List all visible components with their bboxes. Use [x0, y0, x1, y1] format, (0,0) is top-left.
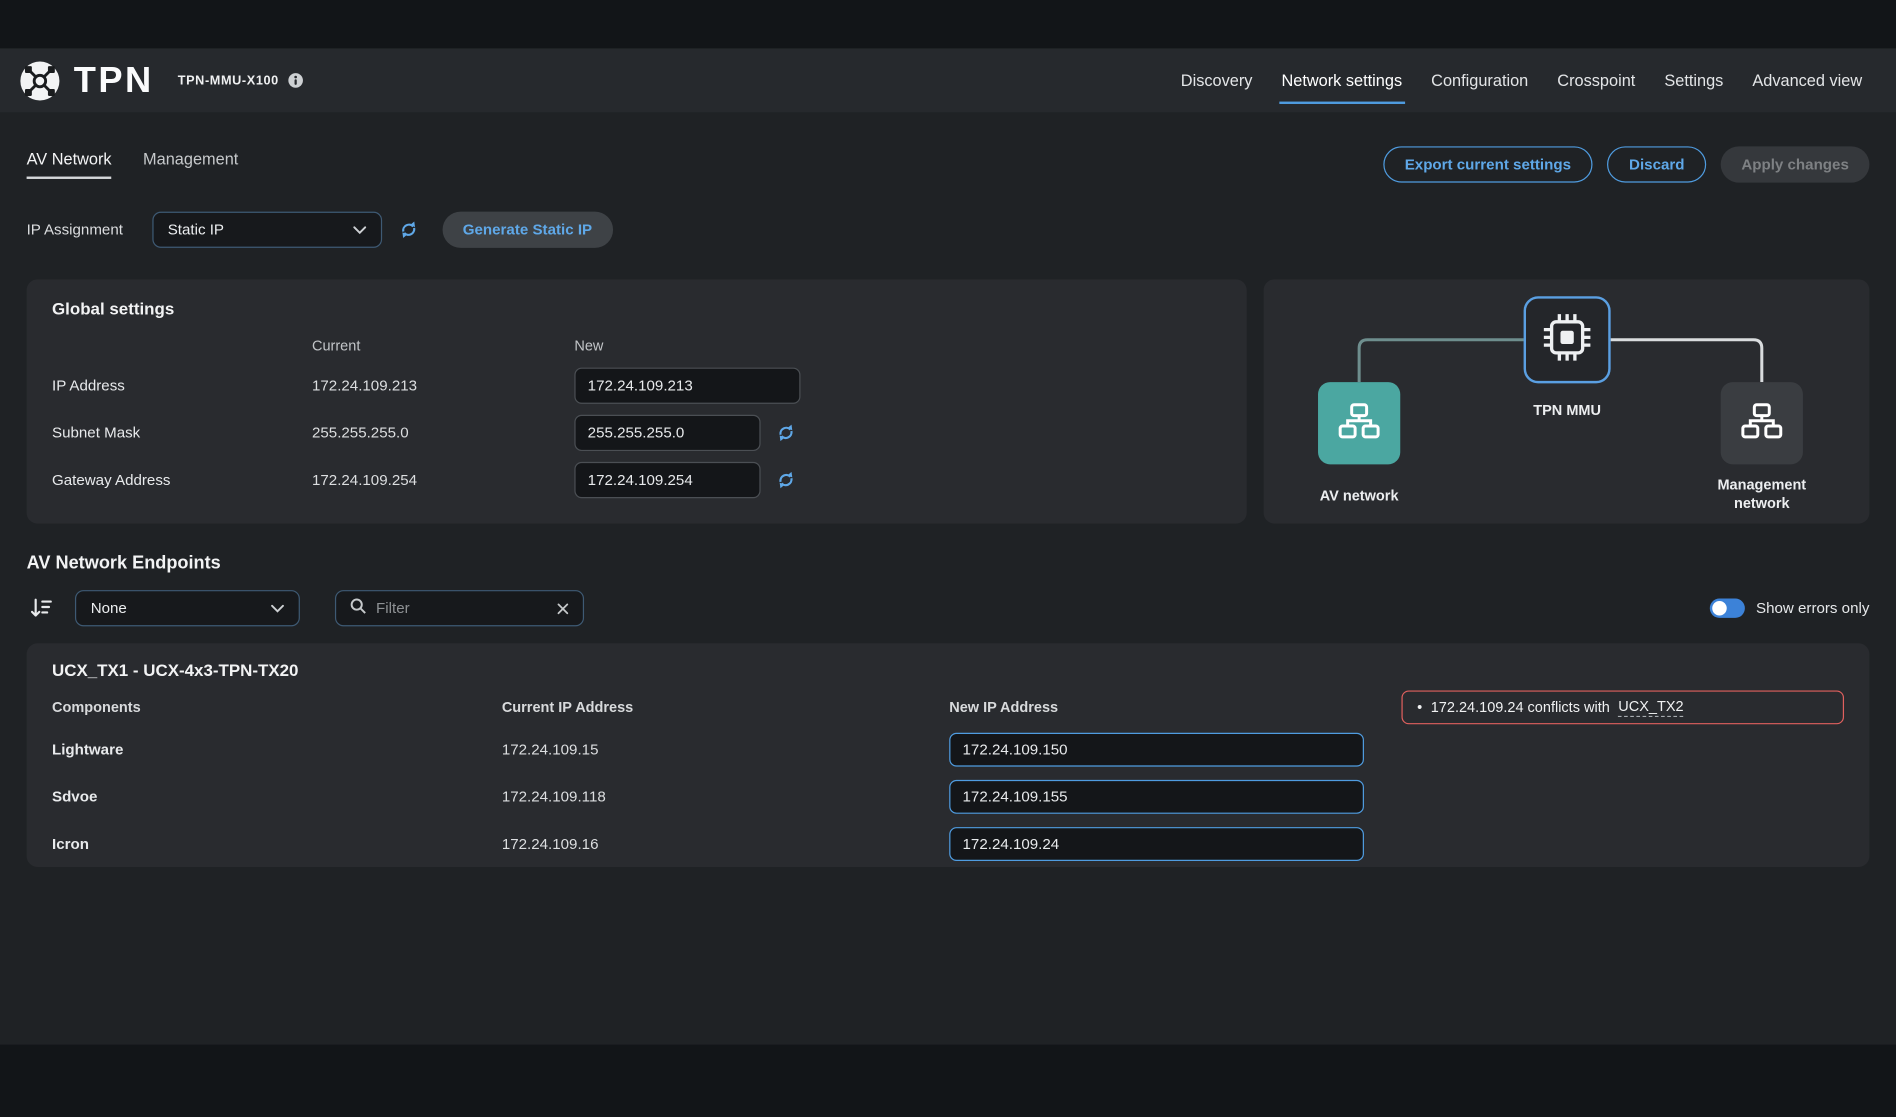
filter-input[interactable] [376, 600, 546, 617]
sort-icon[interactable] [29, 596, 53, 620]
main-nav: Discovery Network settings Configuration… [1166, 48, 1876, 112]
component-current-ip: 172.24.109.118 [502, 788, 949, 805]
toggle-knob [1712, 601, 1727, 616]
av-connection-line [1359, 340, 1523, 382]
nav-settings[interactable]: Settings [1650, 48, 1738, 112]
management-network-node [1721, 382, 1803, 464]
lightware-new-ip-input[interactable] [949, 732, 1364, 766]
av-network-label: AV network [1299, 487, 1420, 505]
bottom-strip [0, 1045, 1896, 1117]
column-header-current: Current [312, 337, 574, 354]
component-name: Sdvoe [52, 788, 502, 805]
network-icon [1739, 397, 1785, 449]
refresh-subnet-icon[interactable] [776, 423, 795, 442]
ip-assignment-label: IP Assignment [27, 221, 123, 238]
discard-button[interactable]: Discard [1607, 146, 1706, 182]
network-tabs: AV Network Management [27, 150, 239, 179]
device-model: TPN-MMU-X100 [178, 73, 279, 88]
nav-discovery[interactable]: Discovery [1166, 48, 1267, 112]
nav-crosspoint[interactable]: Crosspoint [1543, 48, 1650, 112]
cpu-chip-icon [1541, 310, 1594, 369]
ip-assignment-row: IP Assignment Static IP Generate Static … [27, 212, 1870, 248]
global-settings-title: Global settings [52, 299, 1221, 318]
sort-select-value: None [91, 600, 127, 617]
sort-select[interactable]: None [75, 590, 300, 626]
current-ip-address-value: 172.24.109.213 [312, 377, 574, 394]
row-label-subnet-mask: Subnet Mask [52, 424, 312, 441]
tab-management[interactable]: Management [143, 150, 238, 179]
tpn-logo-icon [17, 57, 63, 103]
show-errors-toggle[interactable] [1710, 599, 1745, 618]
column-header-new-ip: New IP Address [949, 699, 1384, 716]
new-subnet-mask-input[interactable] [574, 414, 760, 450]
current-gateway-value: 172.24.109.254 [312, 471, 574, 488]
error-conflict-target[interactable]: UCX_TX2 [1618, 698, 1683, 717]
ip-assignment-select[interactable]: Static IP [152, 212, 382, 248]
global-settings-panel: Global settings Current New IP Address 1… [27, 279, 1247, 523]
info-icon[interactable] [287, 73, 303, 89]
main-content: AV Network Management Export current set… [0, 112, 1896, 1044]
new-gateway-input[interactable] [574, 461, 760, 497]
refresh-gateway-icon[interactable] [776, 470, 795, 489]
chevron-down-icon [271, 600, 284, 617]
generate-static-ip-button[interactable]: Generate Static IP [442, 212, 612, 248]
nav-network-settings[interactable]: Network settings [1267, 48, 1417, 112]
nav-configuration[interactable]: Configuration [1417, 48, 1543, 112]
icron-new-ip-input[interactable] [949, 826, 1364, 860]
error-message: 172.24.109.24 conflicts with [1431, 699, 1610, 716]
row-label-ip-address: IP Address [52, 377, 312, 394]
refresh-ip-icon[interactable] [399, 220, 418, 239]
column-header-current-ip: Current IP Address [502, 699, 949, 716]
network-icon [1336, 397, 1382, 449]
tab-av-network[interactable]: AV Network [27, 150, 112, 179]
top-strip [0, 0, 1896, 48]
sdvoe-new-ip-input[interactable] [949, 779, 1364, 813]
header: TPN TPN-MMU-X100 Discovery Network setti… [0, 48, 1896, 112]
global-settings-table: Current New IP Address 172.24.109.213 Su… [52, 330, 1221, 503]
clear-filter-icon[interactable] [556, 602, 569, 615]
endpoint-table: Components Current IP Address New IP Add… [52, 689, 1385, 867]
component-current-ip: 172.24.109.15 [502, 741, 949, 758]
current-subnet-mask-value: 255.255.255.0 [312, 424, 574, 441]
endpoint-group-title: UCX_TX1 - UCX-4x3-TPN-TX20 [52, 660, 1844, 679]
av-network-node [1318, 382, 1400, 464]
filter-field [335, 590, 584, 626]
ip-assignment-value: Static IP [168, 221, 224, 238]
error-bullet: • [1417, 699, 1422, 716]
endpoint-group-panel: UCX_TX1 - UCX-4x3-TPN-TX20 Components Cu… [27, 643, 1870, 867]
search-icon [349, 597, 366, 620]
component-current-ip: 172.24.109.16 [502, 835, 949, 852]
component-name: Icron [52, 835, 502, 852]
chevron-down-icon [353, 221, 366, 238]
nav-advanced-view[interactable]: Advanced view [1738, 48, 1877, 112]
tpn-mmu-node [1524, 296, 1611, 383]
export-settings-button[interactable]: Export current settings [1383, 146, 1593, 182]
endpoints-controls: None Show errors only [27, 590, 1870, 626]
row-label-gateway-address: Gateway Address [52, 471, 312, 488]
show-errors-label: Show errors only [1756, 600, 1869, 617]
new-ip-address-input[interactable] [574, 367, 800, 403]
management-network-label: Management network [1701, 476, 1822, 512]
action-buttons: Export current settings Discard Apply ch… [1383, 146, 1869, 182]
mgmt-connection-line [1611, 340, 1762, 382]
endpoints-heading: AV Network Endpoints [27, 553, 1870, 574]
column-header-new: New [574, 337, 1221, 354]
app: TPN TPN-MMU-X100 Discovery Network setti… [0, 0, 1896, 1117]
network-diagram-panel: TPN MMU AV network [1264, 279, 1870, 523]
component-name: Lightware [52, 741, 502, 758]
ip-conflict-error: • 172.24.109.24 conflicts with UCX_TX2 [1401, 690, 1844, 724]
tabs-and-actions-row: AV Network Management Export current set… [27, 146, 1870, 182]
tpn-mmu-label: TPN MMU [1507, 401, 1628, 419]
column-header-components: Components [52, 699, 502, 716]
tpn-logo-text: TPN [74, 60, 154, 101]
apply-changes-button[interactable]: Apply changes [1721, 146, 1870, 182]
settings-panels: Global settings Current New IP Address 1… [27, 279, 1870, 523]
